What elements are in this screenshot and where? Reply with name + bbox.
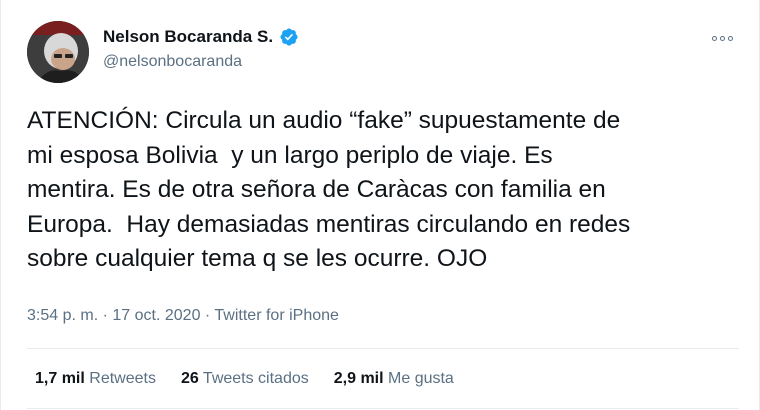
author-avatar[interactable] [27,21,89,83]
likes-label: Me gusta [388,370,454,387]
likes-stat[interactable]: 2,9 mil Me gusta [334,370,454,388]
more-dot-icon [719,35,725,41]
meta-separator: · [204,307,211,324]
tweet-time[interactable]: 3:54 p. m. [27,307,98,324]
quote-tweets-stat[interactable]: 26 Tweets citados [181,370,309,388]
likes-count: 2,9 mil [333,370,384,387]
verified-badge-icon [280,28,298,46]
author-handle[interactable]: @nelsonbocaranda [103,53,242,71]
divider [27,408,739,409]
profile-photo-icon [27,21,89,83]
author-display-name[interactable]: Nelson Bocaranda S. [103,27,273,47]
tweet-source[interactable]: Twitter for iPhone [214,307,339,324]
more-options-button[interactable] [709,28,735,48]
quote-tweets-label: Tweets citados [202,370,309,387]
divider [27,348,739,349]
quote-tweets-count: 26 [180,370,199,387]
author-name-row: Nelson Bocaranda S. [103,27,299,47]
tweet-card: Nelson Bocaranda S. @nelsonbocaranda ATE… [0,0,760,410]
meta-separator: · [102,307,108,324]
retweets-label: Retweets [89,370,156,387]
more-dot-icon [727,35,733,41]
retweets-count: 1,7 mil [35,370,85,387]
tweet-metadata: 3:54 p. m. · 17 oct. 2020 · Twitter for … [27,307,339,325]
tweet-stats: 1,7 mil Retweets 26 Tweets citados 2,9 m… [35,370,454,388]
tweet-text: ATENCIÓN: Circula un audio “fake” supues… [27,107,631,272]
tweet-date[interactable]: 17 oct. 2020 [112,307,200,324]
retweets-stat[interactable]: 1,7 mil Retweets [35,370,156,388]
more-dot-icon [711,35,717,41]
